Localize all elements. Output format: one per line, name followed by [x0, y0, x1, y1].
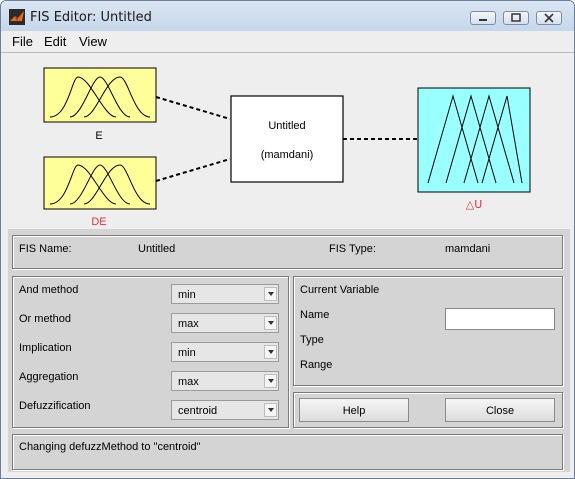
- and-method-value: min: [178, 289, 196, 301]
- defuzzification-label: Defuzzification: [19, 400, 91, 412]
- fis-type-value: mamdani: [445, 243, 491, 255]
- close-icon: [544, 13, 554, 23]
- help-button-label: Help: [342, 405, 366, 417]
- chevron-down-icon: [268, 350, 274, 354]
- system-name: Untitled: [268, 120, 305, 132]
- implication-value: min: [178, 347, 196, 359]
- chevron-down-icon: [268, 292, 274, 296]
- aggregation-value: max: [178, 376, 199, 388]
- minimize-icon: [479, 19, 487, 21]
- variable-name-field[interactable]: [445, 308, 555, 330]
- defuzzification-dropdown-button[interactable]: [264, 403, 277, 417]
- current-variable-title: Current Variable: [300, 284, 380, 296]
- defuzzification-select[interactable]: centroid: [171, 400, 279, 420]
- implication-label: Implication: [19, 342, 72, 354]
- or-method-value: max: [178, 318, 199, 330]
- fis-type-label: FIS Type:: [329, 243, 376, 255]
- menu-view[interactable]: View: [79, 34, 107, 49]
- system-type: (mamdani): [261, 149, 314, 161]
- matlab-icon: [9, 9, 25, 25]
- maximize-button[interactable]: [503, 11, 529, 25]
- minimize-button[interactable]: [470, 11, 496, 25]
- implication-select[interactable]: min: [171, 342, 279, 362]
- and-method-select[interactable]: min: [171, 284, 279, 304]
- input-block-de[interactable]: [43, 156, 157, 210]
- title-bar: FIS Editor: Untitled: [1, 1, 574, 31]
- help-button[interactable]: Help: [299, 398, 409, 422]
- menu-file[interactable]: File: [12, 34, 33, 49]
- input-block-e[interactable]: [43, 67, 157, 123]
- connector-de: [155, 158, 231, 182]
- close-button[interactable]: Close: [445, 398, 555, 422]
- fis-info-frame: FIS Name: Untitled FIS Type: mamdani: [12, 235, 563, 269]
- or-method-label: Or method: [19, 313, 71, 325]
- aggregation-dropdown-button[interactable]: [264, 374, 277, 388]
- close-button-label: Close: [485, 405, 515, 417]
- chevron-down-icon: [268, 321, 274, 325]
- fis-editor-window: FIS Editor: Untitled File Edit View E DE…: [0, 0, 575, 479]
- fis-name-label: FIS Name:: [19, 243, 72, 255]
- defuzzification-value: centroid: [178, 405, 218, 417]
- chevron-down-icon: [268, 379, 274, 383]
- variable-type-label: Type: [300, 334, 324, 346]
- variable-range-label: Range: [300, 359, 333, 371]
- window-title: FIS Editor: Untitled: [30, 10, 152, 25]
- and-method-dropdown-button[interactable]: [264, 287, 277, 301]
- menu-bar: File Edit View: [1, 31, 574, 53]
- fis-name-value: Untitled: [138, 243, 176, 255]
- current-variable-frame: Current Variable Name Type Range: [293, 276, 563, 386]
- input-label-e: E: [95, 130, 102, 142]
- close-window-button[interactable]: [536, 11, 562, 25]
- aggregation-select[interactable]: max: [171, 371, 279, 391]
- status-frame: Changing defuzzMethod to "centroid": [12, 434, 563, 470]
- maximize-icon: [511, 13, 521, 22]
- menu-edit[interactable]: Edit: [44, 34, 66, 49]
- input-label-de: DE: [91, 216, 106, 225]
- implication-dropdown-button[interactable]: [264, 345, 277, 359]
- chevron-down-icon: [268, 408, 274, 412]
- and-method-label: And method: [19, 284, 79, 296]
- status-message: Changing defuzzMethod to "centroid": [19, 441, 201, 453]
- system-block[interactable]: [230, 95, 344, 183]
- or-method-dropdown-button[interactable]: [264, 316, 277, 330]
- aggregation-label: Aggregation: [19, 371, 79, 383]
- fis-diagram: E DE Untitled (mamdani) △U: [8, 53, 570, 225]
- variable-name-label: Name: [300, 309, 330, 321]
- connector-e: [155, 96, 231, 120]
- output-block-u[interactable]: [417, 87, 531, 193]
- output-label-u: △U: [466, 198, 483, 211]
- or-method-select[interactable]: max: [171, 313, 279, 333]
